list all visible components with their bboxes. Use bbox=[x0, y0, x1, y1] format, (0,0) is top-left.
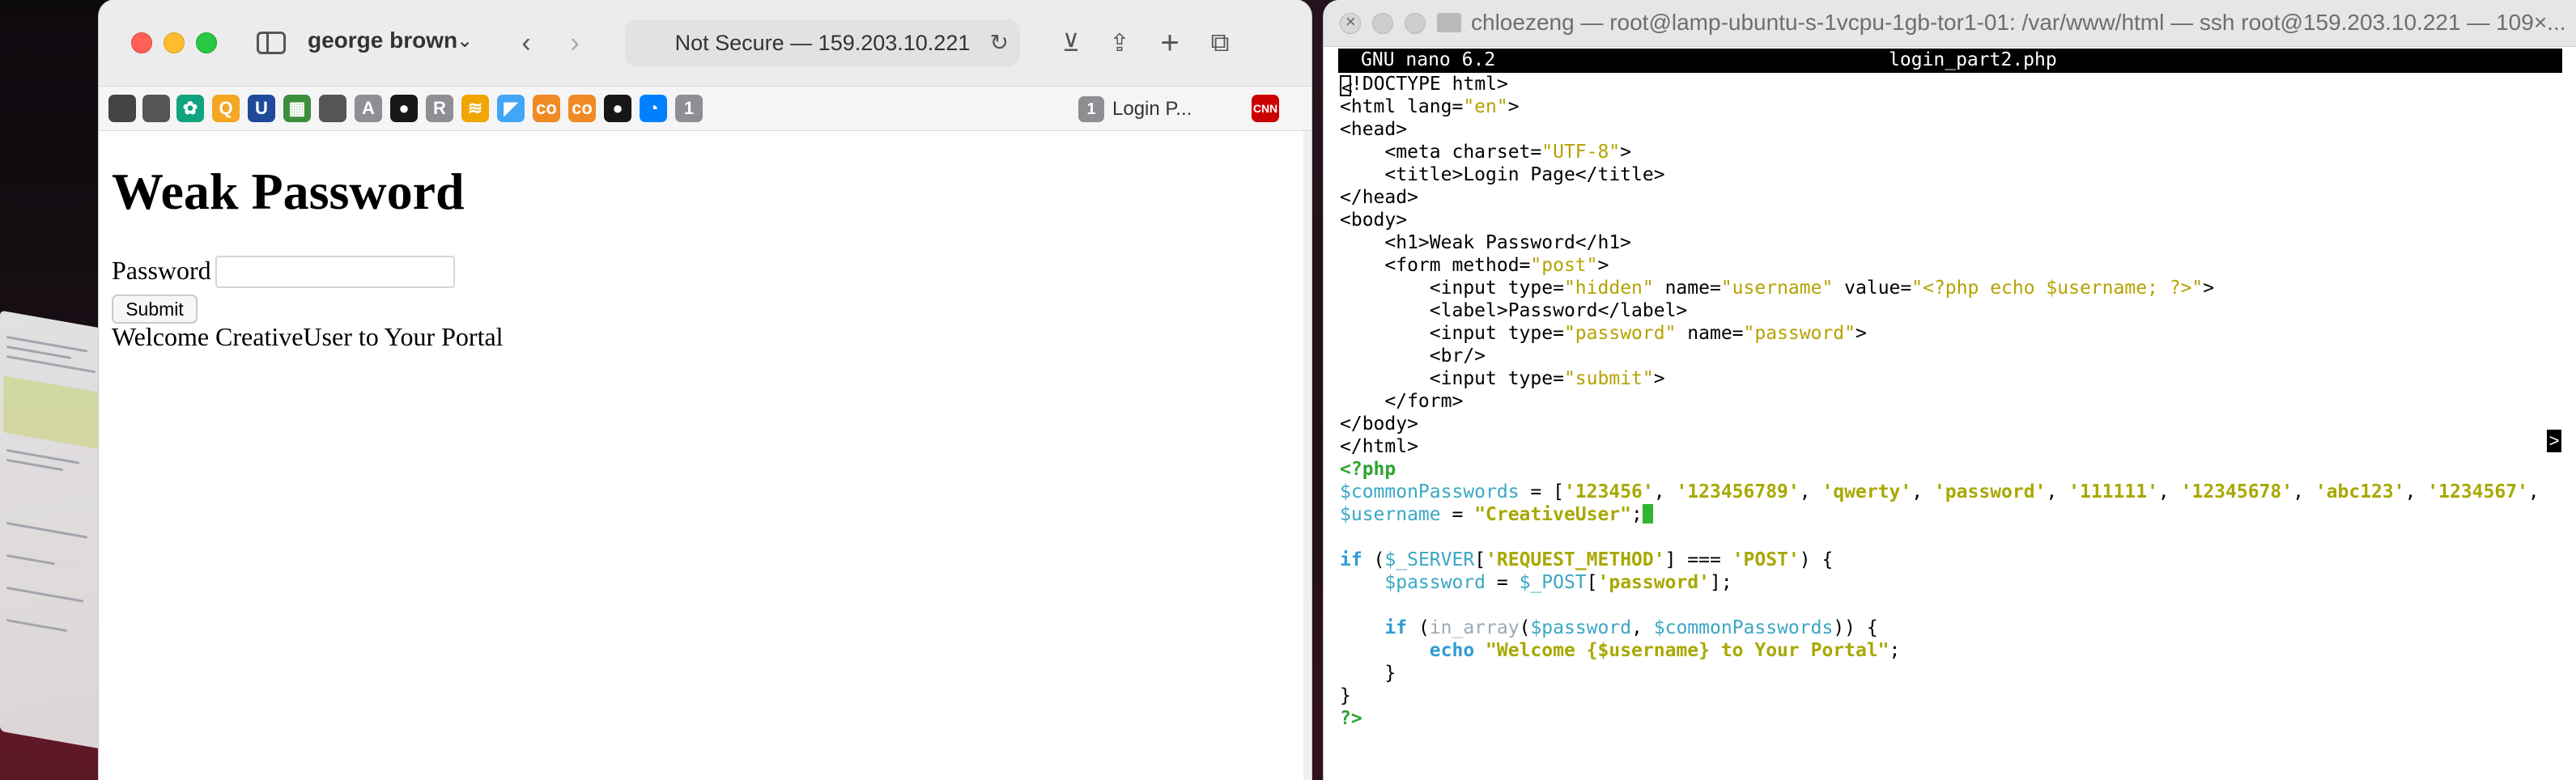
back-arrow-icon[interactable]: ‹ bbox=[508, 24, 545, 61]
terminal-minimize-button[interactable] bbox=[1372, 13, 1393, 34]
code-line: if (in_array($password, $commonPasswords… bbox=[1384, 617, 1878, 638]
flutter-icon[interactable]: ◤ bbox=[497, 95, 525, 122]
welcome-message: Welcome CreativeUser to Your Portal bbox=[112, 322, 504, 351]
minimize-window-button[interactable] bbox=[164, 32, 185, 53]
download-icon[interactable]: ⊻ bbox=[1052, 24, 1090, 61]
forward-arrow-icon[interactable]: › bbox=[556, 24, 593, 61]
cnn-icon[interactable]: CNN bbox=[1252, 95, 1279, 122]
code-line: <input type="hidden" name="username" val… bbox=[1340, 278, 2215, 299]
q-icon[interactable]: Q bbox=[212, 95, 240, 122]
folder-icon bbox=[1437, 13, 1461, 32]
github-icon[interactable]: ● bbox=[390, 95, 418, 122]
terminal-close-button[interactable] bbox=[1340, 11, 1361, 34]
flag-icon[interactable]: ≋ bbox=[461, 95, 489, 122]
code-line: </head> bbox=[1340, 187, 1418, 208]
globe-icon[interactable] bbox=[108, 95, 136, 122]
grid-app-icon[interactable]: ▦ bbox=[283, 95, 311, 122]
text-cursor bbox=[1642, 504, 1653, 524]
code-area[interactable]: <!DOCTYPE html> <html lang="en"> <head> <m… bbox=[1340, 73, 2564, 730]
code-line: <?php bbox=[1340, 459, 1396, 480]
code-line: <br/> bbox=[1340, 345, 1486, 367]
university-icon[interactable]: U bbox=[248, 95, 275, 122]
sidebar-toggle-icon[interactable] bbox=[253, 24, 290, 61]
tab-label: Login P... bbox=[1112, 98, 1192, 120]
page-heading: Weak Password bbox=[112, 163, 465, 220]
co-icon[interactable]: co bbox=[533, 95, 560, 122]
share-icon[interactable]: ⇪ bbox=[1101, 24, 1138, 61]
code-line: $commonPasswords = ['123456', '123456789… bbox=[1340, 481, 2540, 502]
code-line: ?> bbox=[1340, 708, 1362, 729]
bookmarks-bar: ✿ Q U ▦ A ● R ≋ ◤ co co ● ◔ 1 1 Login P... CNN bbox=[99, 86, 1311, 131]
code-line: <body> bbox=[1340, 210, 1408, 231]
new-tab-plus-icon[interactable]: + bbox=[1151, 24, 1188, 61]
editor-caret: < bbox=[1340, 75, 1353, 99]
digitalocean-icon[interactable]: ◔ bbox=[640, 95, 667, 122]
code-line: <meta charset="UTF-8"> bbox=[1340, 142, 1632, 163]
apple-icon[interactable] bbox=[319, 95, 346, 122]
reload-icon[interactable]: ↻ bbox=[990, 29, 1009, 56]
co-icon[interactable]: co bbox=[568, 95, 596, 122]
web-page-content: Weak Password Password Submit Welcome Cr… bbox=[99, 131, 1311, 780]
code-line: <label>Password</label> bbox=[1340, 300, 1688, 321]
code-line: <form method="post"> bbox=[1340, 255, 1609, 276]
terminal-zoom-button[interactable] bbox=[1405, 13, 1426, 34]
browser-scrollbar[interactable] bbox=[1303, 131, 1311, 780]
r-icon[interactable]: R bbox=[426, 95, 453, 122]
code-line: <html lang="en"> bbox=[1340, 96, 1520, 117]
code-line: <!DOCTYPE html> bbox=[1340, 74, 1508, 99]
submit-button[interactable]: Submit bbox=[112, 295, 198, 324]
tab-login-page[interactable]: 1 Login P... bbox=[1078, 90, 1240, 129]
code-line: </form> bbox=[1340, 391, 1464, 412]
code-line: <h1>Weak Password</h1> bbox=[1340, 232, 1632, 253]
chatgpt-icon[interactable]: ✿ bbox=[176, 95, 204, 122]
number-one-icon[interactable]: 1 bbox=[675, 95, 703, 122]
line-overflow-marker: > bbox=[2547, 430, 2561, 452]
terminal-window: chloezeng — root@lamp-ubuntu-s-1vcpu-1gb… bbox=[1323, 0, 2576, 780]
number-one-icon: 1 bbox=[1078, 96, 1104, 122]
code-line: <title>Login Page</title> bbox=[1340, 164, 1665, 185]
code-line: <input type="submit"> bbox=[1340, 368, 1665, 389]
github-icon[interactable]: ● bbox=[604, 95, 631, 122]
background-window-partial[interactable] bbox=[0, 310, 105, 750]
nano-editor[interactable]: GNU nano 6.2 login_part2.php <!DOCTYPE h… bbox=[1337, 49, 2576, 780]
nano-header: GNU nano 6.2 login_part2.php bbox=[1338, 49, 2562, 73]
fullscreen-window-button[interactable] bbox=[196, 32, 217, 53]
apple-icon[interactable] bbox=[142, 95, 170, 122]
terminal-titlebar: chloezeng — root@lamp-ubuntu-s-1vcpu-1gb… bbox=[1324, 0, 2576, 47]
password-input[interactable] bbox=[215, 256, 455, 288]
address-bar[interactable]: Not Secure — 159.203.10.221 ↻ bbox=[625, 19, 1020, 66]
terminal-title: chloezeng — root@lamp-ubuntu-s-1vcpu-1gb… bbox=[1471, 10, 2566, 35]
code-line: </html> bbox=[1340, 436, 1418, 457]
code-line: $username = "CreativeUser"; bbox=[1340, 503, 2564, 526]
browser-toolbar: george brown ⌄ ‹ › Not Secure — 159.203.… bbox=[99, 0, 1311, 86]
a-icon[interactable]: A bbox=[355, 95, 382, 122]
code-line: <head> bbox=[1340, 119, 1408, 140]
chevron-down-icon[interactable]: ⌄ bbox=[457, 29, 473, 53]
address-text: Not Secure — 159.203.10.221 bbox=[674, 30, 971, 55]
profile-name[interactable]: george brown bbox=[308, 28, 457, 53]
code-line: <input type="password" name="password"> bbox=[1340, 323, 1867, 344]
tab-overview-icon[interactable]: ⧉ bbox=[1201, 24, 1239, 61]
code-line: $password = $_POST['password']; bbox=[1384, 572, 1732, 593]
browser-window: george brown ⌄ ‹ › Not Secure — 159.203.… bbox=[99, 0, 1311, 780]
nano-filename: login_part2.php bbox=[1889, 49, 2057, 70]
password-label: Password bbox=[112, 256, 211, 285]
code-line: } bbox=[1340, 663, 1396, 684]
code-line: if ($_SERVER['REQUEST_METHOD'] === 'POST… bbox=[1340, 549, 1834, 570]
code-line: } bbox=[1340, 685, 1351, 706]
code-line: echo "Welcome {$username} to Your Portal… bbox=[1429, 640, 1901, 661]
close-window-button[interactable] bbox=[131, 32, 152, 53]
code-line: </body> bbox=[1340, 413, 1418, 435]
nano-version: GNU nano 6.2 bbox=[1361, 49, 1496, 70]
